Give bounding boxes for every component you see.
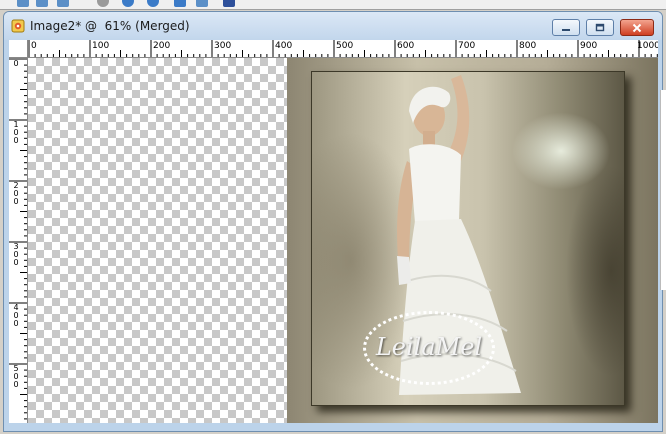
ruler-label: 400 (13, 303, 19, 328)
horizontal-ruler: 0 100 200 300 400 500 600 700 800 900 10… (28, 40, 658, 58)
toolbar-icon[interactable] (196, 0, 208, 7)
restore-button[interactable] (586, 19, 614, 36)
toolbar-icon[interactable] (147, 0, 159, 7)
ruler-label: 700 (458, 41, 476, 51)
ruler-label: 300 (13, 242, 19, 267)
close-icon (632, 23, 642, 32)
ruler-label: 600 (397, 41, 415, 51)
ruler-label: 0 (31, 41, 37, 51)
window-title: Image2* @ 61% (Merged) (30, 19, 190, 33)
psp-image-icon (11, 19, 25, 33)
ruler-label: 500 (336, 41, 354, 51)
minimize-icon (562, 28, 570, 31)
background-window-edge (660, 90, 666, 290)
app-toolbar (0, 0, 666, 10)
toolbar-icon[interactable] (36, 0, 48, 7)
ruler-label: 100 (13, 120, 19, 145)
minimize-button[interactable] (552, 19, 580, 36)
title-bar[interactable]: Image2* @ 61% (Merged) (4, 12, 662, 40)
toolbar-icon[interactable] (174, 0, 186, 7)
toolbar-icon[interactable] (17, 0, 29, 7)
ruler-label: 500 (13, 364, 19, 389)
ruler-label: 300 (214, 41, 232, 51)
ruler-label: 200 (13, 181, 19, 206)
toolbar-icon[interactable] (57, 0, 69, 7)
toolbar-icon[interactable] (223, 0, 235, 7)
signature-watermark: LeilaMel (363, 311, 495, 385)
vertical-ruler: 0 100 200 300 400 500 (9, 58, 28, 423)
ruler-label: 900 (580, 41, 598, 51)
ruler-label: 100 (92, 41, 110, 51)
ruler-label: 0 (13, 59, 19, 68)
artwork-frame: LeilaMel (287, 58, 658, 423)
ruler-label: 800 (519, 41, 537, 51)
image-document-window: Image2* @ 61% (Merged) 0 100 200 300 400… (3, 11, 663, 432)
bride-photo: LeilaMel (311, 71, 625, 406)
toolbar-icon[interactable] (97, 0, 109, 7)
ruler-label: 1000 (637, 41, 658, 51)
ruler-corner (9, 40, 28, 58)
close-button[interactable] (620, 19, 654, 36)
ruler-label: 200 (153, 41, 171, 51)
toolbar-icon[interactable] (122, 0, 134, 7)
image-canvas[interactable]: LeilaMel (28, 58, 658, 423)
restore-icon (595, 23, 605, 32)
signature-text: LeilaMel (375, 333, 483, 361)
ruler-label: 400 (275, 41, 293, 51)
